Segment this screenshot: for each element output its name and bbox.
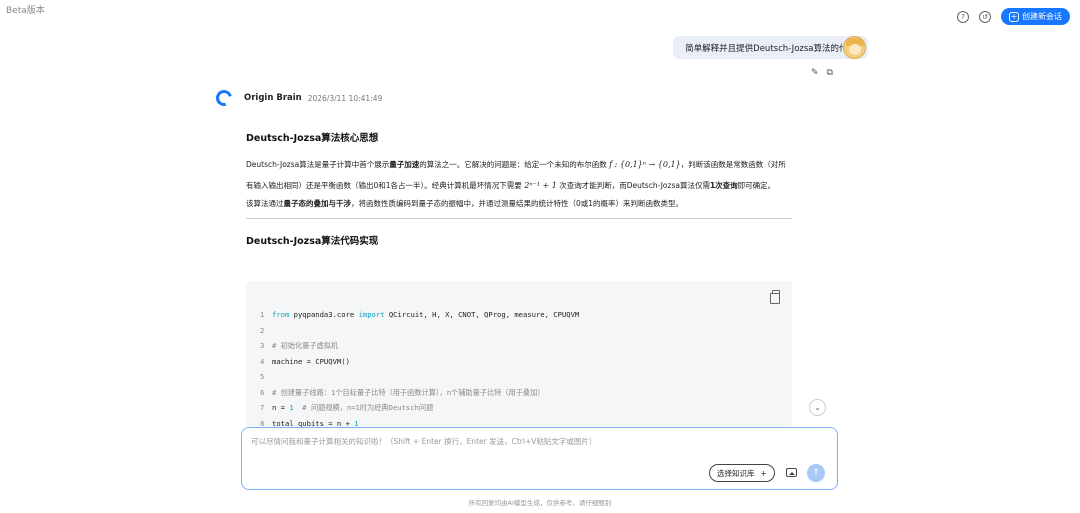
copy-message-icon[interactable]: ⧉ xyxy=(827,68,833,78)
code-line: 3 # 初始化量子虚拟机 xyxy=(260,338,579,354)
edit-icon[interactable]: ✎ xyxy=(811,68,819,78)
origin-brain-logo-icon xyxy=(213,87,235,109)
history-icon[interactable]: ↺ xyxy=(979,10,991,23)
top-actions: ? ↺ + 创建新会话 xyxy=(957,8,1070,25)
section-title-code: Deutsch-Jozsa算法代码实现 xyxy=(246,236,379,247)
bot-header: Origin Brain 2026/3/11 10:41:49 xyxy=(213,87,383,109)
line-number: 3 xyxy=(260,341,265,350)
code-line: 6 # 创建量子线路：1个目标量子比特（用于函数计算），n个辅助量子比特（用于叠加… xyxy=(260,385,579,401)
line-number: 6 xyxy=(260,387,265,397)
copy-code-icon[interactable] xyxy=(770,290,780,304)
image-upload-icon[interactable] xyxy=(786,468,797,477)
select-knowledge-base-button[interactable]: 选择知识库 + xyxy=(709,464,775,482)
knowledge-base-label: 选择知识库 xyxy=(717,468,755,478)
line-number: 7 xyxy=(260,403,265,412)
beta-label: Beta版本 xyxy=(6,6,45,16)
send-button[interactable]: ↑ xyxy=(807,464,825,482)
line-number: 1 xyxy=(260,310,265,319)
code-line: 4 machine = CPUQVM() xyxy=(260,354,579,370)
new-chat-label: 创建新会话 xyxy=(1022,12,1062,21)
formula-classical-queries: 2ⁿ⁻¹ + 1 xyxy=(524,181,557,190)
chat-input[interactable] xyxy=(251,437,831,446)
code-line: 5 xyxy=(260,369,579,385)
composer: 选择知识库 + ↑ xyxy=(241,427,838,490)
code-line: 2 xyxy=(260,323,579,339)
line-number: 5 xyxy=(260,372,265,381)
code-line: 8 total_qubits = n + 1 xyxy=(260,416,579,428)
user-avatar xyxy=(843,36,866,59)
bot-timestamp: 2026/3/11 10:41:49 xyxy=(307,93,383,103)
paragraph-mechanism: 该算法通过量子态的叠加与干涉，将函数性质编码到量子态的振幅中，并通过测量结果的统… xyxy=(246,199,684,208)
section-title-core-idea: Deutsch-Jozsa算法核心思想 xyxy=(246,133,379,144)
user-message-bubble: 简单解释并且提供Deutsch-Jozsa算法的代码 xyxy=(673,36,868,59)
line-number: 2 xyxy=(260,325,265,335)
code-line: 1 from pyqpanda3.core import QCircuit, H,… xyxy=(260,307,579,323)
footer-disclaimer: 所有回复均由AI模型生成，仅供参考。请仔细甄别 xyxy=(468,499,612,507)
plus-icon: + xyxy=(760,468,767,478)
message-tools: ✎ ⧉ xyxy=(811,68,833,78)
paragraph-intro: Deutsch-Jozsa算法是量子计算中首个展示量子加速的算法之一。它解决的问… xyxy=(246,160,786,190)
user-message-row: 简单解释并且提供Deutsch-Jozsa算法的代码 xyxy=(673,36,868,59)
new-chat-button[interactable]: + 创建新会话 xyxy=(1001,8,1070,25)
divider xyxy=(246,218,792,219)
code-line: 7n = 1 # 问题规模，n=1时为经典Deutsch问题 xyxy=(260,400,579,416)
line-number: 8 xyxy=(260,418,265,428)
code-lines: 1 from pyqpanda3.core import QCircuit, H,… xyxy=(260,307,579,427)
answer-content: Deutsch-Jozsa算法核心思想 Deutsch-Jozsa算法是量子计算… xyxy=(246,130,792,247)
plus-icon: + xyxy=(1009,11,1019,22)
help-icon[interactable]: ? xyxy=(957,10,969,23)
bot-name: Origin Brain xyxy=(244,93,302,103)
formula-boolean-function: f : {0,1}ⁿ → {0,1} xyxy=(609,160,681,169)
scroll-down-button[interactable]: ⌄ xyxy=(809,399,826,416)
code-block: 1 from pyqpanda3.core import QCircuit, H,… xyxy=(246,281,792,427)
line-number: 4 xyxy=(260,356,265,366)
